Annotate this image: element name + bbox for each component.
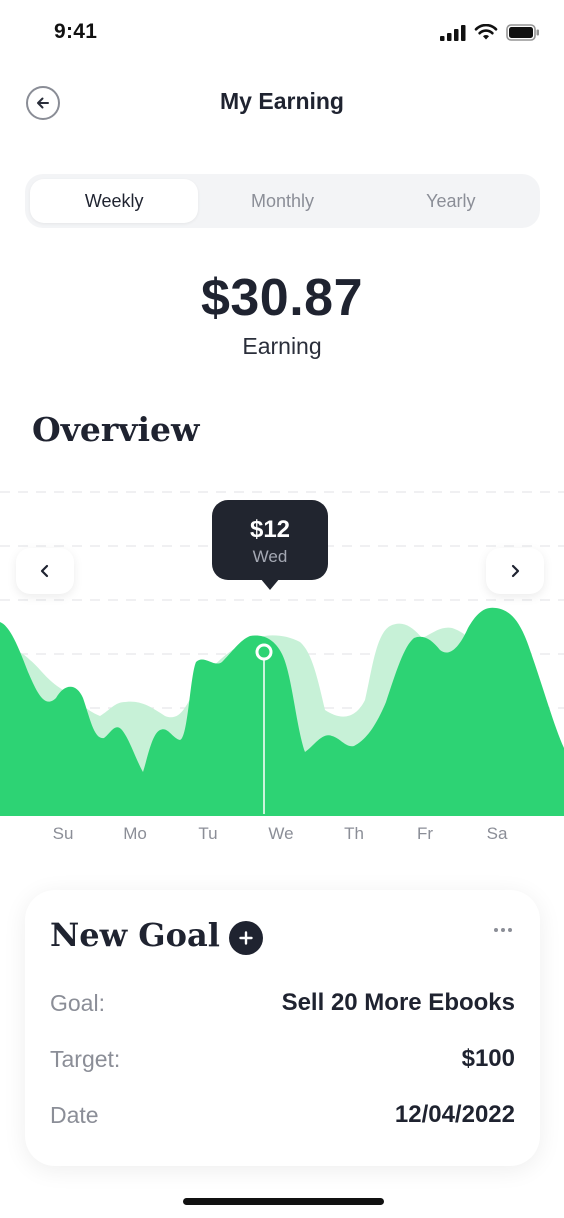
chevron-left-icon: [40, 564, 49, 578]
goal-row-target: Target: $100: [50, 1043, 515, 1075]
chevron-right-icon: [511, 564, 520, 578]
goal-key: Goal:: [50, 989, 105, 1016]
battery-icon: [506, 24, 539, 41]
date-value: 12/04/2022: [394, 1101, 515, 1128]
more-dot: [508, 928, 512, 932]
new-goal-card: New Goal Goal: Sell 20 More Ebooks Targe…: [25, 890, 540, 1166]
target-value: $100: [461, 1045, 515, 1072]
earning-amount: $30.87: [200, 269, 364, 327]
target-key: Target:: [50, 1045, 121, 1072]
tab-monthly[interactable]: Monthly: [198, 179, 366, 223]
x-axis-label-su: Su: [52, 824, 74, 843]
tooltip-day: Wed: [252, 547, 288, 566]
plus-icon: [239, 931, 253, 945]
cellular-signal-icon: [440, 24, 466, 41]
wifi-icon: [474, 24, 498, 40]
tooltip-value: $12: [249, 516, 291, 543]
previous-week-button[interactable]: [16, 548, 74, 594]
overview-title: Overview: [32, 410, 200, 449]
more-options-button[interactable]: [494, 928, 512, 932]
status-time: 9:41: [54, 20, 98, 43]
goal-value: Sell 20 More Ebooks: [281, 989, 515, 1016]
goal-card-title: New Goal: [50, 916, 220, 954]
tab-yearly[interactable]: Yearly: [367, 179, 535, 223]
more-dot: [494, 928, 498, 932]
date-key: Date: [50, 1101, 99, 1128]
add-goal-button[interactable]: [229, 921, 263, 955]
next-week-button[interactable]: [486, 548, 544, 594]
tab-weekly[interactable]: Weekly: [30, 179, 199, 223]
selected-marker-dot: [255, 643, 273, 661]
header: My Earning: [0, 70, 564, 132]
home-indicator: [183, 1198, 384, 1205]
x-axis-label-sa: Sa: [486, 824, 508, 843]
earning-chart: $12 Wed Su Mo Tu We Th Fr Sa: [0, 470, 564, 860]
status-bar: 9:41: [0, 0, 564, 70]
x-axis-label-th: Th: [344, 824, 364, 843]
x-axis-label-mo: Mo: [123, 824, 147, 843]
period-tabs: Weekly Monthly Yearly: [25, 174, 540, 228]
x-axis-label-fr: Fr: [416, 824, 434, 843]
status-icons: [440, 24, 540, 41]
page-title: My Earning: [220, 88, 344, 114]
earning-label: Earning: [242, 333, 322, 359]
more-dot: [501, 928, 505, 932]
x-axis-label-tu: Tu: [198, 824, 218, 843]
chart-tooltip: $12 Wed: [212, 500, 328, 590]
goal-row-date: Date 12/04/2022: [50, 1099, 515, 1131]
goal-row-goal: Goal: Sell 20 More Ebooks: [50, 987, 515, 1019]
x-axis-label-we: We: [268, 824, 294, 843]
